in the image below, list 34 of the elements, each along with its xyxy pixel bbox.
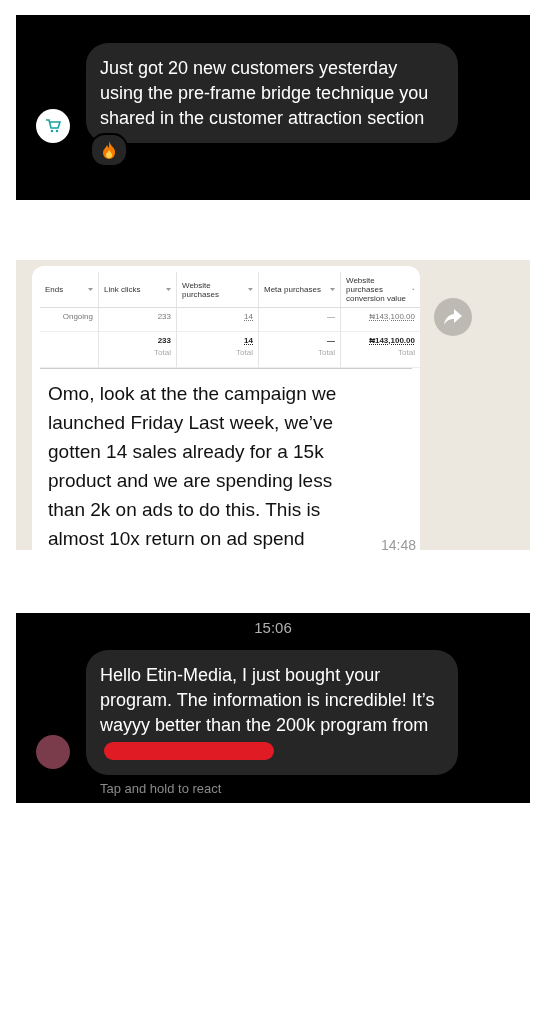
table-cell: 233 — [157, 336, 171, 345]
message-text: Omo, look at the the campaign we launched Friday Last week, we’ve gotten 14 sales already for a 15k product and we are spending less than 2k on ads to do this. This is almost 10x return on ad spend — [47, 382, 338, 551]
column-header[interactable]: Website purchases conversion value — [340, 272, 420, 308]
hint-text: Tap and hold to react — [100, 781, 223, 796]
column-header[interactable]: Website purchases — [176, 272, 258, 308]
table-cell: — — [327, 336, 335, 345]
table-cell: — — [327, 312, 335, 321]
caret-icon — [88, 288, 93, 291]
column-header[interactable]: Ends — [40, 272, 98, 308]
message-bubble: Just got 20 new customers yesterday using the pre-frame bridge technique you shared in the customer attraction section — [86, 43, 458, 143]
total-label: Total — [398, 348, 415, 357]
share-arrow-icon — [444, 309, 462, 325]
total-label: Total — [318, 348, 335, 357]
message-time: 14:48 — [380, 537, 416, 553]
table-cell: 233 — [157, 312, 171, 321]
avatar — [36, 735, 70, 769]
message-bubble: Hello Etin-Media, I just bought your program. The information is incredible! It’s wayyy better than the 200k program from — [86, 650, 458, 775]
table-cell: 14 — [244, 336, 253, 345]
table-cell: Ongoing — [62, 312, 93, 321]
caret-icon — [248, 288, 253, 291]
shopping-cart-icon — [45, 119, 61, 133]
total-label: Total — [154, 348, 171, 357]
caret-icon — [330, 288, 335, 291]
table-cell: ₦143,100.00 — [369, 312, 415, 321]
table-cell: ₦143,100.00 — [369, 336, 415, 345]
table-cell: 14 — [244, 312, 253, 321]
caret-icon — [412, 288, 415, 291]
caret-icon — [166, 288, 171, 291]
column-header[interactable]: Link clicks — [98, 272, 176, 308]
total-label: Total — [236, 348, 253, 357]
fire-icon — [102, 141, 116, 159]
timestamp: 15:06 — [253, 619, 293, 636]
reaction[interactable] — [90, 133, 128, 167]
column-header[interactable]: Meta purchases — [258, 272, 340, 308]
